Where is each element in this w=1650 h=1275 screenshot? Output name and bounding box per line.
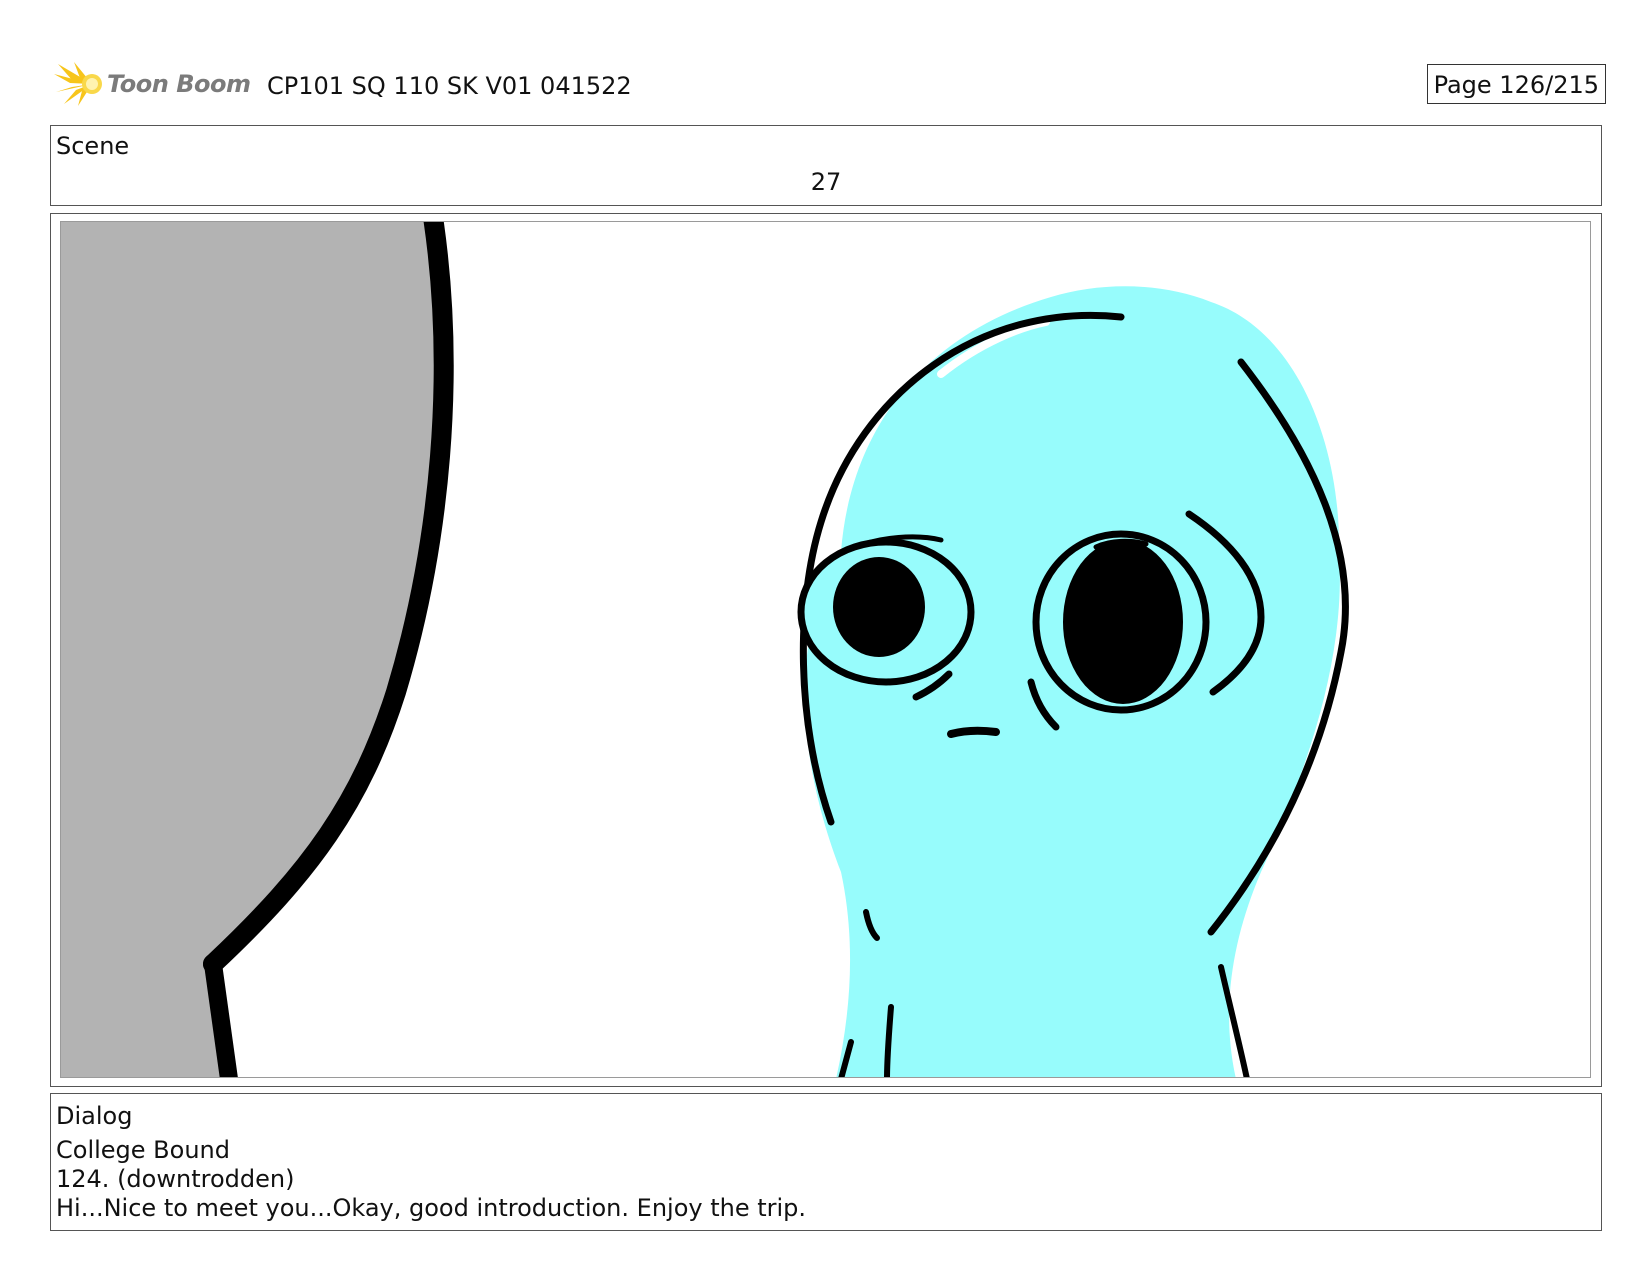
dialog-line: Hi...Nice to meet you...Okay, good intro…: [56, 1194, 807, 1222]
panel-frame: [60, 221, 1591, 1078]
dialog-label: Dialog: [56, 1102, 133, 1130]
storyboard-panel: [50, 213, 1602, 1087]
dialog-line: 124. (downtrodden): [56, 1165, 295, 1193]
scene-label: Scene: [56, 132, 130, 160]
starburst-icon: [54, 62, 102, 106]
logo-text: Toon Boom: [107, 70, 251, 98]
page-header: Toon Boom CP101 SQ 110 SK V01 041522 Pag…: [52, 56, 1606, 108]
curtain-shape: [61, 222, 454, 1077]
toon-boom-logo: Toon Boom: [52, 60, 252, 108]
panel-drawing: [61, 222, 1349, 1077]
dialog-section: Dialog College Bound 124. (downtrodden) …: [50, 1093, 1602, 1231]
character: [797, 286, 1349, 1077]
page-indicator: Page 126/215: [1426, 64, 1606, 104]
dialog-line: College Bound: [56, 1136, 230, 1164]
document-title: CP101 SQ 110 SK V01 041522: [267, 72, 632, 100]
scene-section: Scene 27: [50, 125, 1602, 206]
scene-number: 27: [810, 168, 842, 196]
dialog-text: College Bound 124. (downtrodden) Hi...Ni…: [56, 1136, 806, 1223]
